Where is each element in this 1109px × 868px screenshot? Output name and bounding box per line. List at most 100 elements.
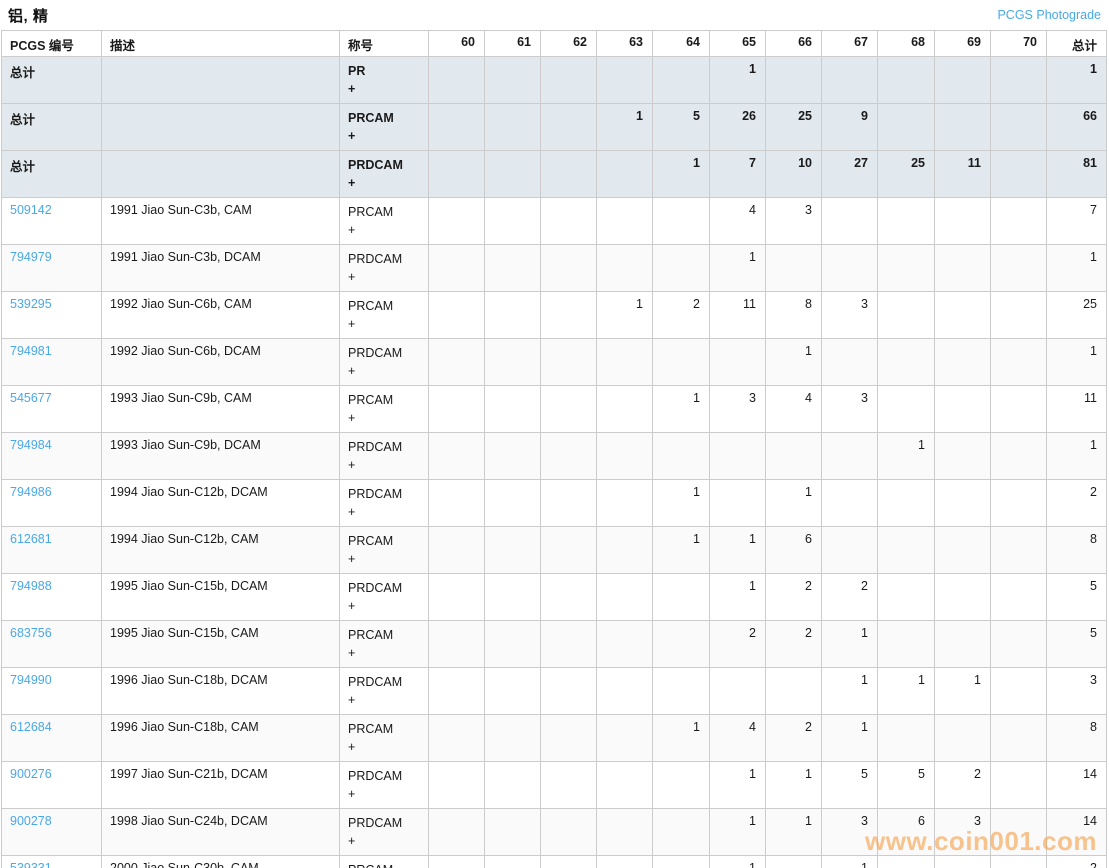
- grade-cell-68: 5: [878, 762, 935, 809]
- description-cell: 1995 Jiao Sun-C15b, DCAM: [102, 574, 340, 621]
- grade-cell-70: [991, 433, 1047, 480]
- grade-cell-67: 1: [822, 856, 878, 868]
- grade-cell-60: [429, 856, 485, 868]
- grade-cell-64: [653, 339, 710, 386]
- grade-cell-66: 1: [766, 762, 822, 809]
- grade-cell-68: [878, 198, 935, 245]
- grade-cell-60: [429, 198, 485, 245]
- designation-plus: +: [348, 409, 420, 427]
- grade-cell-69: [935, 527, 991, 574]
- row-total-cell: 1: [1047, 339, 1107, 386]
- pcgs-number-link[interactable]: 612681: [10, 532, 52, 546]
- grade-cell-60: [429, 104, 485, 151]
- grade-cell-64: [653, 762, 710, 809]
- grade-cell-60: [429, 621, 485, 668]
- grade-cell-63: [597, 762, 653, 809]
- grade-cell-63: [597, 715, 653, 762]
- grade-cell-70: [991, 198, 1047, 245]
- grade-cell-65: [710, 480, 766, 527]
- pcgs-number-link[interactable]: 794981: [10, 344, 52, 358]
- designation-label: PRDCAM: [348, 579, 420, 597]
- table-row: 5392951992 Jiao Sun-C6b, CAMPRCAM+121183…: [2, 292, 1107, 339]
- description-cell: [102, 104, 340, 151]
- pcgs-number-link[interactable]: 509142: [10, 203, 52, 217]
- designation-label: PRDCAM: [348, 814, 420, 832]
- grade-cell-69: [935, 104, 991, 151]
- grade-cell-68: [878, 339, 935, 386]
- pcgs-number-link[interactable]: 794984: [10, 438, 52, 452]
- grade-cell-67: 2: [822, 574, 878, 621]
- description-cell: [102, 57, 340, 104]
- grade-cell-62: [541, 386, 597, 433]
- pcgs-number-link[interactable]: 794990: [10, 673, 52, 687]
- designation-label: PR: [348, 62, 420, 80]
- grade-cell-67: 3: [822, 292, 878, 339]
- grade-cell-64: [653, 57, 710, 104]
- designation-plus: +: [348, 127, 420, 145]
- grade-cell-62: [541, 433, 597, 480]
- grade-cell-64: 2: [653, 292, 710, 339]
- grade-cell-70: [991, 809, 1047, 856]
- grade-cell-67: [822, 339, 878, 386]
- grade-cell-62: [541, 527, 597, 574]
- pcgs-number-link[interactable]: 545677: [10, 391, 52, 405]
- pcgs-number-cell: 539331: [2, 856, 102, 868]
- pcgs-number-link[interactable]: 683756: [10, 626, 52, 640]
- pcgs-number-link[interactable]: 794979: [10, 250, 52, 264]
- grade-cell-65: 26: [710, 104, 766, 151]
- grade-cell-65: 7: [710, 151, 766, 198]
- table-row: 9002761997 Jiao Sun-C21b, DCAMPRDCAM+115…: [2, 762, 1107, 809]
- grade-cell-70: [991, 480, 1047, 527]
- grade-cell-63: [597, 198, 653, 245]
- description-cell: 1992 Jiao Sun-C6b, DCAM: [102, 339, 340, 386]
- designation-cell: PRDCAM+: [340, 151, 429, 198]
- grade-cell-62: [541, 151, 597, 198]
- row-total-cell: 1: [1047, 433, 1107, 480]
- grade-cell-70: [991, 386, 1047, 433]
- grade-cell-63: [597, 480, 653, 527]
- designation-plus: +: [348, 785, 420, 803]
- designation-label: PRCAM: [348, 203, 420, 221]
- pcgs-number-link[interactable]: 900276: [10, 767, 52, 781]
- grade-cell-70: [991, 856, 1047, 868]
- col-header-grade-63: 63: [597, 31, 653, 57]
- photograde-link[interactable]: PCGS Photograde: [997, 8, 1101, 22]
- grade-cell-61: [485, 527, 541, 574]
- designation-plus: +: [348, 221, 420, 239]
- col-header-grade-67: 67: [822, 31, 878, 57]
- grade-cell-69: [935, 856, 991, 868]
- pcgs-number-link[interactable]: 900278: [10, 814, 52, 828]
- table-row: 6837561995 Jiao Sun-C15b, CAMPRCAM+2215: [2, 621, 1107, 668]
- col-header-grade-61: 61: [485, 31, 541, 57]
- description-cell: 1995 Jiao Sun-C15b, CAM: [102, 621, 340, 668]
- grade-cell-66: 4: [766, 386, 822, 433]
- grade-cell-68: [878, 104, 935, 151]
- pcgs-number-link[interactable]: 794988: [10, 579, 52, 593]
- grade-cell-64: [653, 433, 710, 480]
- description-cell: 2000 Jiao Sun-C30b, CAM: [102, 856, 340, 868]
- grade-cell-68: [878, 245, 935, 292]
- pcgs-number-cell: 612681: [2, 527, 102, 574]
- grade-cell-61: [485, 762, 541, 809]
- designation-label: PRCAM: [348, 861, 420, 868]
- designation-plus: +: [348, 503, 420, 521]
- grade-cell-65: 1: [710, 809, 766, 856]
- grade-cell-61: [485, 57, 541, 104]
- pcgs-number-link[interactable]: 539295: [10, 297, 52, 311]
- pcgs-number-link[interactable]: 794986: [10, 485, 52, 499]
- grade-cell-61: [485, 151, 541, 198]
- total-row: 总计PR+11: [2, 57, 1107, 104]
- pcgs-number-link[interactable]: 612684: [10, 720, 52, 734]
- designation-label: PRDCAM: [348, 250, 420, 268]
- grade-cell-64: 1: [653, 151, 710, 198]
- grade-cell-67: [822, 433, 878, 480]
- table-row: 5456771993 Jiao Sun-C9b, CAMPRCAM+134311: [2, 386, 1107, 433]
- description-cell: 1996 Jiao Sun-C18b, DCAM: [102, 668, 340, 715]
- col-header-grade-65: 65: [710, 31, 766, 57]
- row-total-cell: 5: [1047, 574, 1107, 621]
- designation-plus: +: [348, 550, 420, 568]
- row-total-cell: 1: [1047, 245, 1107, 292]
- pcgs-number-link[interactable]: 539331: [10, 861, 52, 868]
- row-total-cell: 25: [1047, 292, 1107, 339]
- grade-cell-65: 4: [710, 715, 766, 762]
